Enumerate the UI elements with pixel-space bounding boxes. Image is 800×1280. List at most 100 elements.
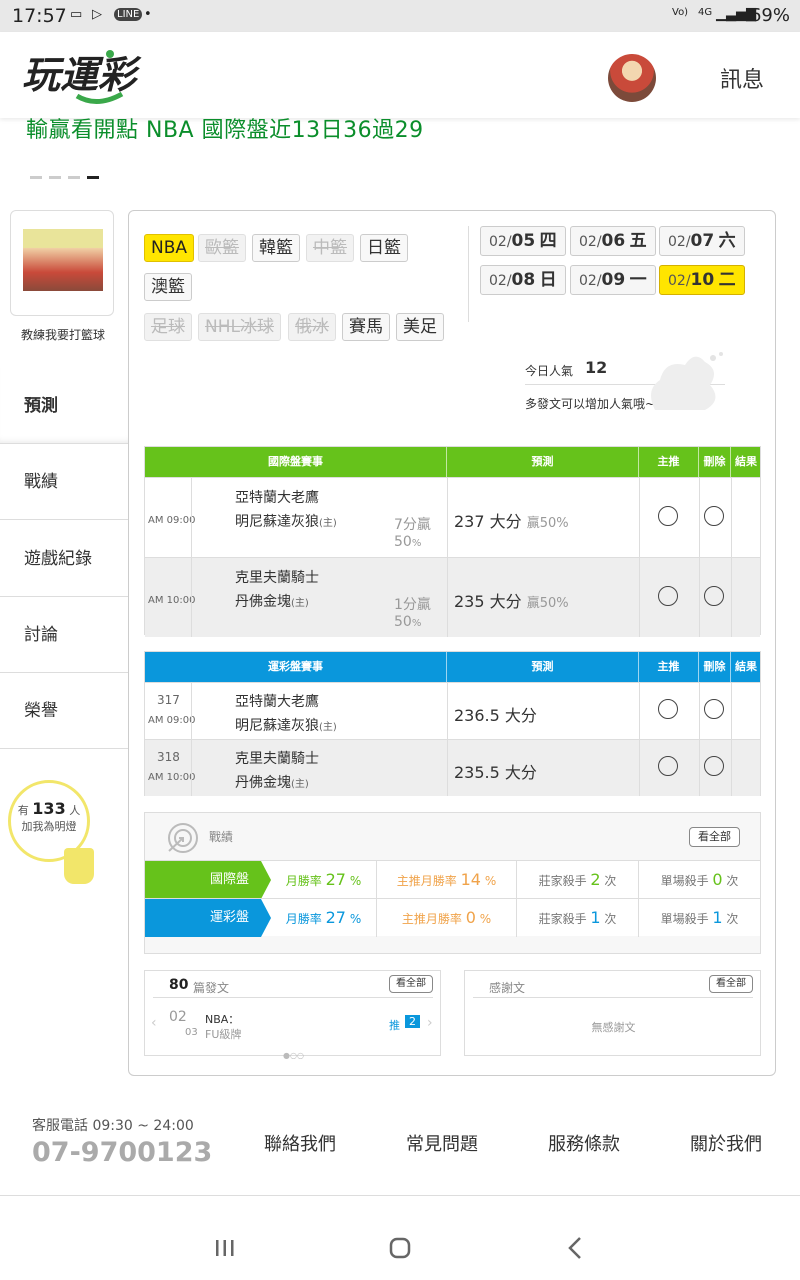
delete-radio[interactable] [704, 506, 724, 526]
bookie-killer: 莊家殺手 2 次 [517, 861, 639, 899]
game-time: AM 09:00 [148, 515, 196, 526]
single-killer: 單場殺手 1 次 [660, 908, 739, 927]
next-arrow-icon[interactable]: › [427, 1015, 433, 1031]
game-time: AM 10:00 [148, 772, 196, 783]
col-main-pick: 主推 [639, 652, 699, 682]
nav-record[interactable]: 戰績 [0, 444, 128, 520]
sport-nfl[interactable]: 美足 [396, 313, 444, 341]
sport-japan-basket[interactable]: 日籃 [360, 234, 408, 262]
away-team: 克里夫蘭騎士 [235, 570, 319, 586]
main-pick-win-rate: 主推月勝率 0 % [377, 899, 517, 937]
service-hours: 客服電話 09:30 ~ 24:00 [32, 1118, 194, 1134]
posts-divider [153, 997, 433, 998]
main-pick-radio[interactable] [658, 756, 678, 776]
footer-contact-link[interactable]: 聯絡我們 [264, 1130, 336, 1156]
sport-korea-basket[interactable]: 韓籃 [252, 234, 300, 262]
main-pick-radio[interactable] [658, 506, 678, 526]
posts-view-all-button[interactable]: 看全部 [389, 975, 433, 993]
brand-logo[interactable]: 玩運彩 [22, 46, 172, 106]
back-icon[interactable] [566, 1236, 584, 1260]
pick-value: 237 大分 贏50% [454, 512, 569, 531]
date-0209[interactable]: 02/09 一 [570, 265, 656, 295]
game-time: AM 09:00 [148, 715, 196, 726]
main-pick-radio[interactable] [658, 586, 678, 606]
play-store-icon: ▷ [92, 7, 102, 22]
mascot-icon [651, 352, 723, 410]
line-app-icon: LINE [114, 8, 143, 21]
notification-icon: ▭ [70, 7, 83, 22]
spread-text: 7分贏 [394, 517, 431, 533]
thanks-view-all-button[interactable]: 看全部 [709, 975, 753, 993]
nav-predict[interactable]: 預測 [0, 368, 128, 444]
date-0210-selected[interactable]: 02/10 二 [659, 265, 745, 295]
date-0208[interactable]: 02/08 日 [480, 265, 566, 295]
system-nav-bar [0, 1196, 800, 1280]
user-avatar[interactable] [608, 54, 656, 102]
status-time: 17:57 [12, 5, 67, 27]
date-0207[interactable]: 02/07 六 [659, 226, 745, 256]
table-row: 317 AM 09:00 亞特蘭大老鷹 明尼蘇達灰狼(主) 236.5 大分 [145, 682, 760, 739]
col-result: 結果 [735, 455, 757, 468]
single-killer: 單場殺手 0 次 [660, 870, 739, 889]
main-pick-radio[interactable] [658, 699, 678, 719]
sport-nhl: NHL冰球 [198, 313, 281, 341]
thanks-divider [473, 997, 753, 998]
carousel-dot[interactable] [30, 176, 42, 179]
bookie-killer: 莊家殺手 1 次 [517, 899, 639, 937]
home-team: 丹佛金塊(主) [235, 775, 309, 791]
logo-text: 玩運彩 [22, 53, 142, 97]
status-bar: 17:57 ▭ ▷ LINE • Vo) 4G ▁▃▅▇ 69% [0, 0, 800, 32]
service-phone[interactable]: 07-9700123 [32, 1137, 212, 1168]
game-time: AM 10:00 [148, 595, 196, 606]
date-0206[interactable]: 02/06 五 [570, 226, 656, 256]
carousel-dots[interactable] [30, 164, 106, 183]
profile-card[interactable] [10, 210, 114, 316]
messages-link[interactable]: 訊息 [720, 62, 764, 94]
sport-khl: 俄冰 [288, 313, 336, 341]
footer-faq-link[interactable]: 常見問題 [406, 1130, 478, 1156]
record-row-lottery: 運彩盤 月勝率 27 % 主推月勝率 0 % 莊家殺手 1 次 單場殺手 1 次 [145, 898, 760, 937]
record-view-all-button[interactable]: 看全部 [689, 827, 740, 847]
sport-horse[interactable]: 賽馬 [342, 313, 390, 341]
delete-radio[interactable] [704, 699, 724, 719]
recent-apps-icon[interactable] [214, 1238, 236, 1258]
bulb-base-icon [64, 848, 94, 884]
delete-radio[interactable] [704, 586, 724, 606]
pick-value: 236.5 大分 [454, 706, 537, 725]
date-0205[interactable]: 02/05 四 [480, 226, 566, 256]
footer-about-link[interactable]: 關於我們 [690, 1130, 762, 1156]
away-team: 亞特蘭大老鷹 [235, 694, 319, 710]
sport-nba[interactable]: NBA [144, 234, 195, 262]
nav-game-log[interactable]: 遊戲紀錄 [0, 521, 128, 597]
col-main-pick: 主推 [639, 447, 699, 477]
carousel-dot-active[interactable] [87, 176, 99, 179]
col-delete: 刪除 [699, 652, 731, 682]
carousel-dot[interactable] [68, 176, 80, 179]
carousel-dot[interactable] [49, 176, 61, 179]
col-delete: 刪除 [699, 447, 731, 477]
home-team: 明尼蘇達灰狼(主) [235, 514, 337, 530]
news-ticker[interactable]: 輸贏看開點 NBA 國際盤近13日36過29 [26, 112, 424, 144]
battery-level: 69% [749, 5, 790, 26]
post-title[interactable]: NBA： [205, 1011, 239, 1027]
col-lottery-match: 運彩盤賽事 [145, 652, 447, 682]
footer-terms-link[interactable]: 服務條款 [548, 1130, 620, 1156]
popularity-value: 12 [585, 358, 608, 377]
push-count-badge: 2 [405, 1015, 420, 1028]
posts-pager-dots[interactable]: ●○○ [283, 1051, 304, 1060]
posts-box: 80 篇發文 看全部 ‹ 02 03 NBA： FU級牌 推 2 › ●○○ [144, 970, 441, 1060]
nav-honor[interactable]: 榮譽 [0, 673, 128, 749]
table-row: AM 10:00 克里夫蘭騎士 丹佛金塊(主) 1分贏 50% 235 大分 贏… [145, 557, 760, 637]
bulb-prefix: 有 [17, 804, 29, 817]
nav-discuss[interactable]: 討論 [0, 597, 128, 673]
network-type: 4G [698, 7, 713, 18]
intl-table-header: 國際盤賽事 預測 主推 刪除 結果 [145, 447, 760, 477]
post-month: 03 [185, 1027, 198, 1038]
prev-arrow-icon[interactable]: ‹ [151, 1015, 157, 1031]
sport-aus-basket[interactable]: 澳籃 [144, 273, 192, 301]
col-predict: 預測 [447, 652, 639, 682]
spread-pct: 50% [394, 614, 422, 630]
record-tag: 國際盤 [145, 861, 271, 899]
home-icon[interactable] [389, 1237, 411, 1259]
delete-radio[interactable] [704, 756, 724, 776]
